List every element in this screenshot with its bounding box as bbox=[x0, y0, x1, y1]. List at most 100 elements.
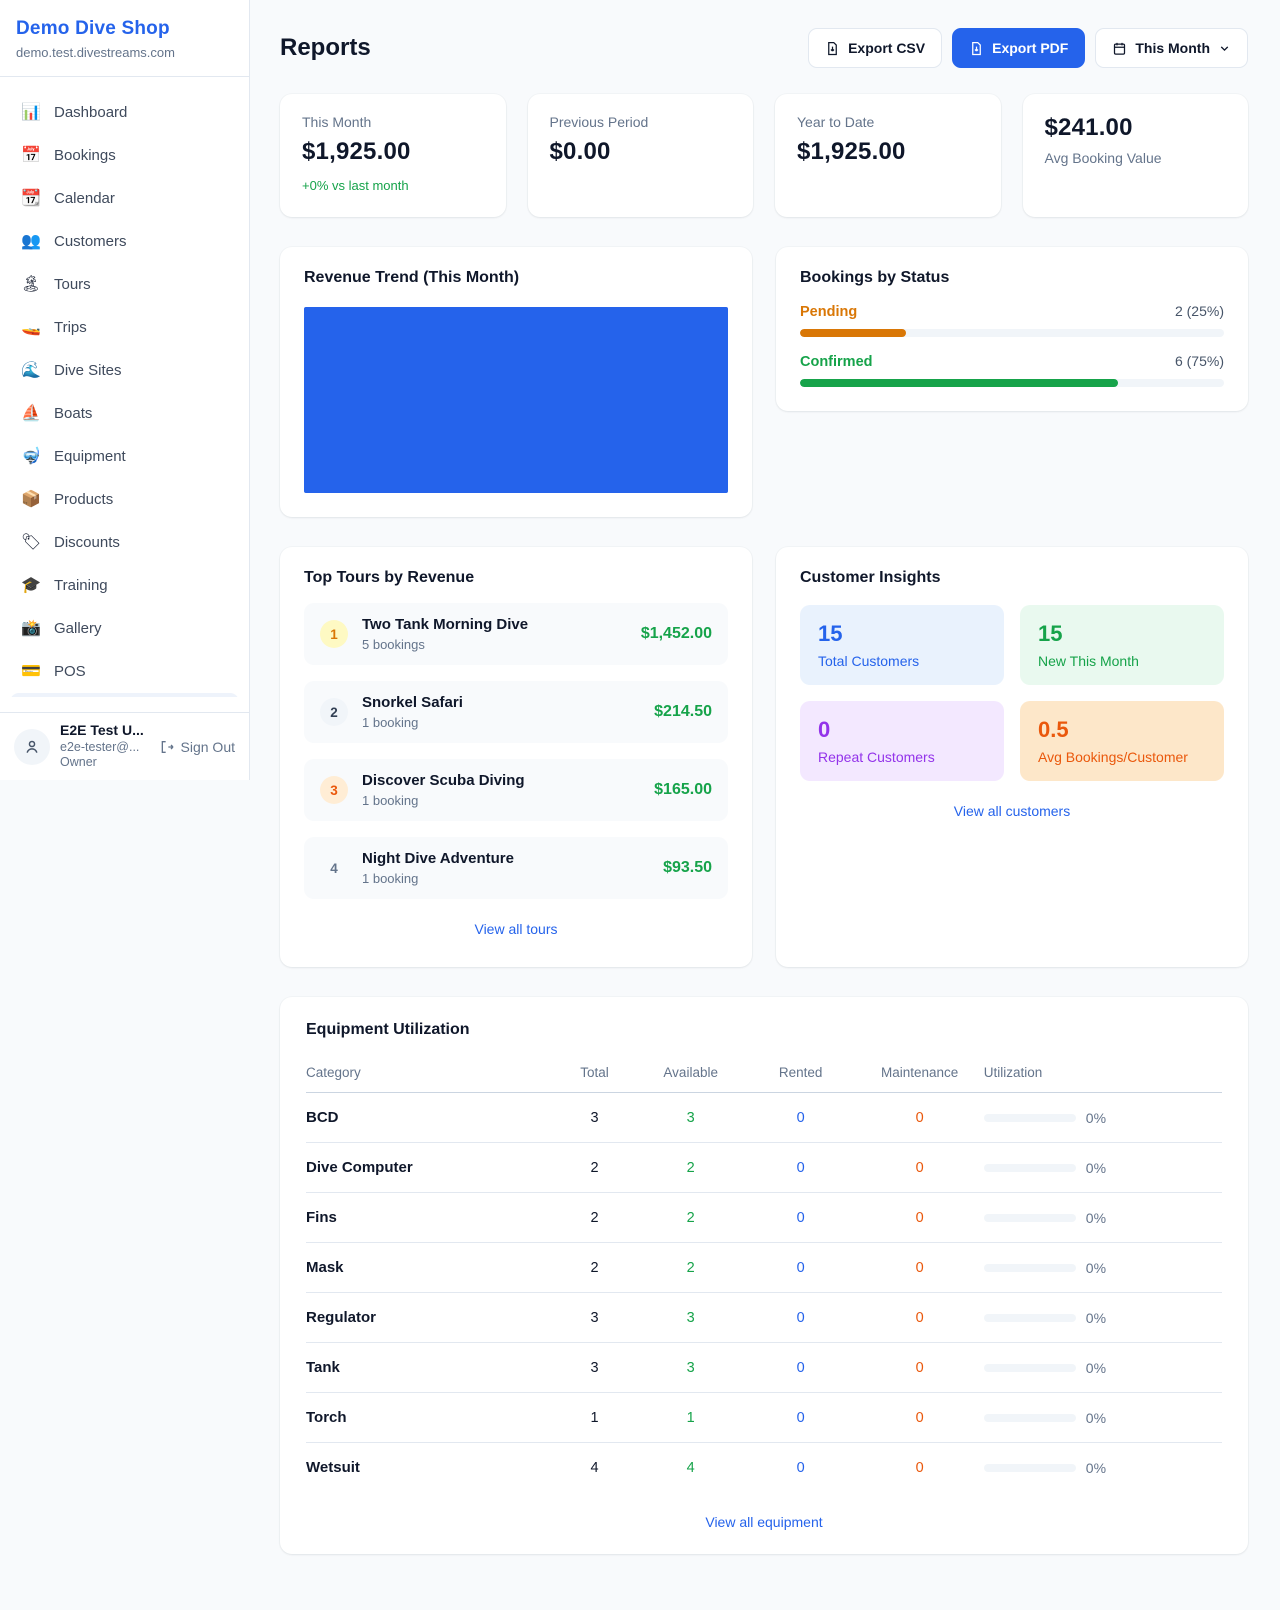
utilization-bar bbox=[984, 1314, 1076, 1322]
stat-value: $1,925.00 bbox=[797, 138, 979, 166]
sidebar-item-label: Gallery bbox=[54, 620, 102, 637]
sidebar-item-label: Trips bbox=[54, 319, 87, 336]
sidebar-item-label: Tours bbox=[54, 276, 91, 293]
stat-card-year-to-date: Year to Date $1,925.00 bbox=[775, 94, 1001, 217]
calendar-icon: 📆 bbox=[20, 191, 42, 207]
view-all-tours-link[interactable]: View all tours bbox=[304, 921, 728, 937]
table-header-row: Category Total Available Rented Maintena… bbox=[306, 1055, 1222, 1093]
rank-badge: 3 bbox=[320, 776, 348, 804]
stat-value: $0.00 bbox=[550, 138, 732, 166]
insight-tiles: 15 Total Customers 15 New This Month 0 R… bbox=[800, 605, 1224, 781]
sign-out-icon bbox=[159, 739, 175, 755]
user-meta: E2E Test U... e2e-tester@... Owner bbox=[60, 722, 144, 771]
sidebar-item-calendar[interactable]: 📆 Calendar bbox=[10, 177, 239, 220]
tour-bookings: 1 booking bbox=[362, 871, 514, 886]
user-role: Owner bbox=[60, 755, 144, 771]
sidebar-item-equipment[interactable]: 🤿 Equipment bbox=[10, 435, 239, 478]
tour-revenue: $214.50 bbox=[654, 703, 712, 721]
view-all-customers-link[interactable]: View all customers bbox=[800, 803, 1224, 819]
tours-icon: 🏝 bbox=[20, 277, 42, 293]
export-csv-button[interactable]: Export CSV bbox=[808, 28, 942, 68]
sign-out-label: Sign Out bbox=[181, 739, 235, 755]
stat-card-this-month: This Month $1,925.00 +0% vs last month bbox=[280, 94, 506, 217]
page-header: Reports Export CSV Export PDF This Month bbox=[280, 28, 1248, 68]
sidebar-item-bookings[interactable]: 📅 Bookings bbox=[10, 134, 239, 177]
sidebar-item-label: Calendar bbox=[54, 190, 115, 207]
sidebar-item-dive-sites[interactable]: 🌊 Dive Sites bbox=[10, 349, 239, 392]
tour-row: 1 Two Tank Morning Dive 5 bookings $1,45… bbox=[304, 603, 728, 665]
tour-revenue: $1,452.00 bbox=[641, 625, 712, 643]
tour-bookings: 5 bookings bbox=[362, 637, 528, 652]
card-title: Top Tours by Revenue bbox=[304, 569, 728, 587]
period-select[interactable]: This Month bbox=[1095, 28, 1248, 68]
utilization-bar bbox=[984, 1414, 1076, 1422]
stat-label: Year to Date bbox=[797, 114, 979, 130]
sign-out-button[interactable]: Sign Out bbox=[159, 739, 235, 755]
status-progress-fill bbox=[800, 379, 1118, 387]
sidebar-item-reports[interactable]: 📈 Reports bbox=[10, 693, 239, 697]
tour-revenue: $93.50 bbox=[663, 859, 712, 877]
status-progress-track bbox=[800, 379, 1224, 387]
sidebar-item-customers[interactable]: 👥 Customers bbox=[10, 220, 239, 263]
sidebar-item-label: Dive Sites bbox=[54, 362, 122, 379]
table-row: Tank 3 3 0 0 0% bbox=[306, 1343, 1222, 1393]
boats-icon: ⛵ bbox=[20, 406, 42, 422]
table-row: BCD 3 3 0 0 0% bbox=[306, 1093, 1222, 1143]
export-pdf-button[interactable]: Export PDF bbox=[952, 28, 1085, 68]
stat-value: $1,925.00 bbox=[302, 138, 484, 166]
sidebar-item-label: POS bbox=[54, 663, 86, 680]
brand-name[interactable]: Demo Dive Shop bbox=[16, 18, 233, 40]
tour-bookings: 1 booking bbox=[362, 793, 525, 808]
chevron-down-icon bbox=[1218, 42, 1231, 55]
tour-row: 2 Snorkel Safari 1 booking $214.50 bbox=[304, 681, 728, 743]
rank-badge: 1 bbox=[320, 620, 348, 648]
status-label: Confirmed bbox=[800, 354, 873, 370]
sidebar-nav: 📊 Dashboard 📅 Bookings 📆 Calendar 👥 Cust… bbox=[0, 77, 249, 697]
tile-label: New This Month bbox=[1038, 653, 1206, 669]
utilization-bar bbox=[984, 1164, 1076, 1172]
tile-label: Repeat Customers bbox=[818, 749, 986, 765]
stat-label: Avg Booking Value bbox=[1045, 150, 1227, 166]
column-header-category: Category bbox=[306, 1055, 553, 1093]
stat-delta: +0% vs last month bbox=[302, 178, 484, 193]
sidebar-item-gallery[interactable]: 📸 Gallery bbox=[10, 607, 239, 650]
user-name: E2E Test U... bbox=[60, 722, 144, 740]
sidebar-item-boats[interactable]: ⛵ Boats bbox=[10, 392, 239, 435]
tour-revenue: $165.00 bbox=[654, 781, 712, 799]
bookings-icon: 📅 bbox=[20, 148, 42, 164]
column-header-maintenance: Maintenance bbox=[856, 1055, 984, 1093]
tile-value: 0.5 bbox=[1038, 717, 1206, 743]
tour-bookings: 1 booking bbox=[362, 715, 463, 730]
sidebar-item-label: Dashboard bbox=[54, 104, 127, 121]
sidebar-item-tours[interactable]: 🏝 Tours bbox=[10, 263, 239, 306]
header-actions: Export CSV Export PDF This Month bbox=[808, 28, 1248, 68]
sidebar-item-discounts[interactable]: 🏷 Discounts bbox=[10, 521, 239, 564]
equipment-utilization-card: Equipment Utilization Category Total Ava… bbox=[280, 997, 1248, 1554]
dive-sites-icon: 🌊 bbox=[20, 363, 42, 379]
sidebar-item-products[interactable]: 📦 Products bbox=[10, 478, 239, 521]
view-all-equipment-link[interactable]: View all equipment bbox=[306, 1514, 1222, 1530]
sidebar-item-dashboard[interactable]: 📊 Dashboard bbox=[10, 91, 239, 134]
tile-avg-bookings-customer: 0.5 Avg Bookings/Customer bbox=[1020, 701, 1224, 781]
table-row: Dive Computer 2 2 0 0 0% bbox=[306, 1143, 1222, 1193]
sidebar-item-label: Bookings bbox=[54, 147, 116, 164]
user-icon bbox=[23, 738, 41, 756]
table-row: Wetsuit 4 4 0 0 0% bbox=[306, 1443, 1222, 1493]
customers-icon: 👥 bbox=[20, 234, 42, 250]
tour-row: 3 Discover Scuba Diving 1 booking $165.0… bbox=[304, 759, 728, 821]
trips-icon: 🚤 bbox=[20, 320, 42, 336]
utilization-bar bbox=[984, 1264, 1076, 1272]
table-row: Fins 2 2 0 0 0% bbox=[306, 1193, 1222, 1243]
calendar-icon bbox=[1112, 41, 1127, 56]
tour-name: Discover Scuba Diving bbox=[362, 772, 525, 789]
stat-label: This Month bbox=[302, 114, 484, 130]
tile-value: 15 bbox=[1038, 621, 1206, 647]
sidebar-item-training[interactable]: 🎓 Training bbox=[10, 564, 239, 607]
status-row-pending: Pending 2 (25%) bbox=[800, 303, 1224, 337]
sidebar-item-trips[interactable]: 🚤 Trips bbox=[10, 306, 239, 349]
sidebar-item-pos[interactable]: 💳 POS bbox=[10, 650, 239, 693]
table-row: Torch 1 1 0 0 0% bbox=[306, 1393, 1222, 1443]
sidebar-item-label: Customers bbox=[54, 233, 127, 250]
revenue-trend-card: Revenue Trend (This Month) bbox=[280, 247, 752, 517]
revenue-trend-chart bbox=[304, 307, 728, 493]
